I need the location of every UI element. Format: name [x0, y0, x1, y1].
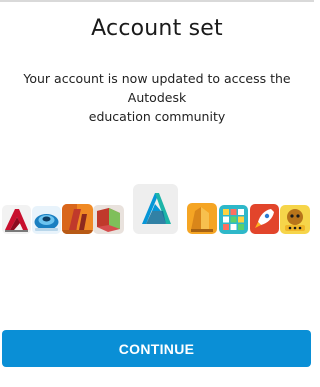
revit-icon — [93, 205, 124, 234]
maya-icon — [32, 206, 61, 234]
fusion-icon — [62, 204, 93, 234]
sketchbook-icon — [219, 205, 248, 234]
autodesk-logo-icon — [133, 184, 178, 234]
tinkercad-icon — [280, 205, 310, 234]
message-line-2: education community — [88, 109, 226, 124]
rocket-icon — [250, 204, 279, 234]
confirmation-message: Your account is now updated to access th… — [4, 69, 310, 126]
continue-button[interactable]: CONTINUE — [2, 330, 311, 367]
inventor-icon — [187, 203, 217, 234]
product-icons-row — [0, 184, 314, 244]
page-title: Account set — [91, 16, 223, 41]
message-line-1: Your account is now updated to access th… — [23, 71, 291, 105]
autocad-icon — [2, 205, 31, 234]
top-divider — [0, 0, 314, 2]
